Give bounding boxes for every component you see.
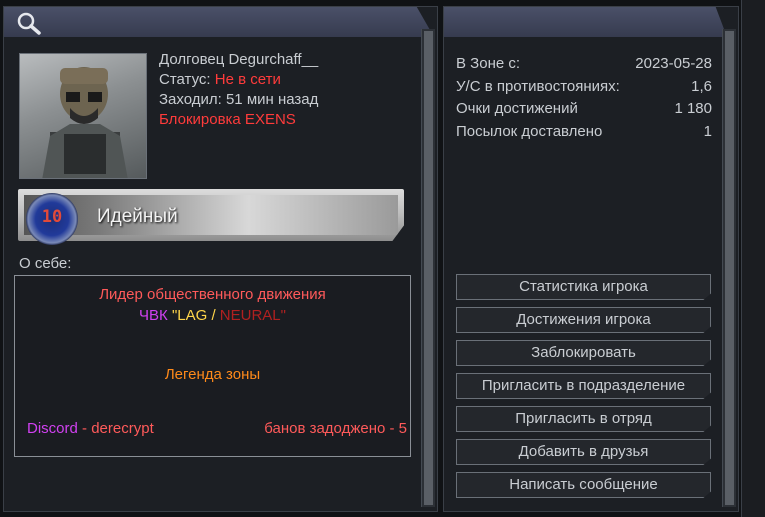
rank-title: Идейный	[97, 206, 178, 227]
about-discord: Discord - derecrypt	[27, 420, 154, 437]
player-name: Долговец Degurchaff__	[159, 51, 319, 68]
about-line-legend: Легенда зоны	[164, 366, 261, 383]
stat-row: Посылок доставлено 1	[456, 122, 712, 140]
invite-squad-button[interactable]: Пригласить в отряд	[456, 406, 711, 432]
profile-scroll-thumb[interactable]	[424, 31, 433, 505]
stat-row: У/С в противостояниях: 1,6	[456, 77, 712, 95]
rank-emblem: 10	[26, 193, 78, 245]
stat-row: Очки достижений 1 180	[456, 100, 712, 117]
avatar	[19, 53, 147, 179]
search-icon[interactable]	[16, 11, 42, 35]
player-achievements-button[interactable]: Достижения игрока	[456, 307, 711, 333]
last-seen: Заходил: 51 мин назад	[159, 91, 319, 108]
stats-scrollbar[interactable]	[722, 29, 736, 507]
profile-info: Долговец Degurchaff__ Статус: Не в сети …	[159, 50, 318, 130]
about-text: Лидер общественного движения ЧВК "LAG / …	[14, 275, 411, 457]
about-label: О себе:	[19, 255, 72, 272]
add-friend-button[interactable]: Добавить в друзья	[456, 439, 711, 465]
stats-scroll-thumb[interactable]	[725, 31, 734, 505]
stats-titlebar	[444, 7, 727, 37]
profile-titlebar	[4, 7, 434, 37]
stats-panel: В Зоне с: 2023-05-28 У/С в противостояния…	[443, 6, 739, 512]
profile-panel: Долговец Degurchaff__ Статус: Не в сети …	[3, 6, 438, 512]
rank-number: 10	[41, 207, 63, 227]
about-line-pmc: ЧВК "LAG / NEURAL"	[139, 307, 286, 324]
about-bans: банов задоджено - 5	[264, 420, 407, 437]
stats-list: В Зоне с: 2023-05-28 У/С в противостояния…	[456, 53, 712, 143]
status-value: Не в сети	[214, 71, 281, 88]
profile-scrollbar[interactable]	[421, 29, 435, 507]
block-button[interactable]: Заблокировать	[456, 340, 711, 366]
send-message-button[interactable]: Написать сообщение	[456, 472, 711, 498]
about-line-leader: Лидер общественного движения	[99, 286, 326, 303]
invite-subdivision-button[interactable]: Пригласить в подразделение	[456, 373, 711, 399]
block-status: Блокировка EXENS	[159, 111, 296, 128]
window-edge	[741, 0, 765, 517]
player-stats-button[interactable]: Статистика игрока	[456, 274, 711, 300]
status-label: Статус:	[159, 71, 211, 88]
stat-row: В Зоне с: 2023-05-28	[456, 55, 712, 72]
status-line: Статус: Не в сети	[159, 70, 318, 90]
